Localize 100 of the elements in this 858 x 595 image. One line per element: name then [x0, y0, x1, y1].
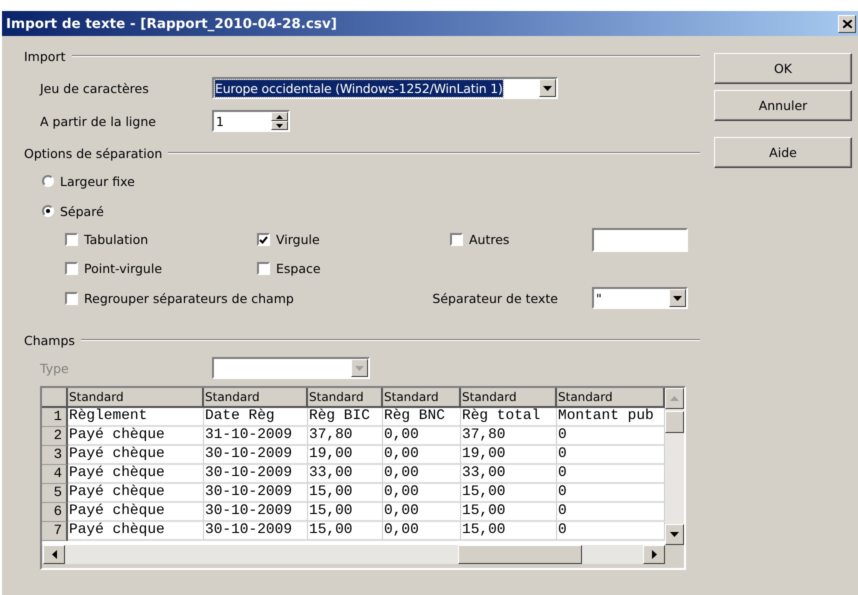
- checkbox-label[interactable]: Espace: [276, 261, 321, 276]
- field-label: Type: [40, 360, 70, 376]
- right-arrow-icon: [652, 550, 656, 559]
- dropdown-button[interactable]: [539, 79, 556, 97]
- line-spinner[interactable]: 1: [212, 110, 290, 132]
- table-cell: Payé chèque: [68, 522, 204, 541]
- table-cell: 15,00: [308, 503, 383, 522]
- down-arrow-icon: [276, 124, 283, 128]
- scroll-down-button[interactable]: [665, 524, 684, 545]
- field-label: Jeu de caractères: [40, 80, 150, 96]
- scroll-up-button[interactable]: [665, 388, 684, 409]
- close-icon: [842, 20, 852, 28]
- table-cell: Payé chèque: [68, 503, 204, 522]
- table-cell: Règ total: [461, 408, 557, 427]
- table-cell: 31-10-2009: [204, 427, 308, 446]
- checkbox[interactable]: [65, 262, 78, 275]
- left-arrow-icon: [52, 550, 56, 559]
- radio-label[interactable]: Séparé: [60, 204, 104, 218]
- column-header[interactable]: Standard: [308, 388, 383, 408]
- charset-dropdown[interactable]: Europe occidentale (Windows-1252/WinLatin 1): [212, 77, 558, 99]
- table-cell: 15,00: [461, 503, 557, 522]
- column-header[interactable]: Standard: [383, 388, 461, 408]
- table-cell: 30-10-2009: [204, 484, 308, 503]
- up-arrow-icon: [670, 396, 679, 401]
- radio-dot-icon: [46, 209, 50, 213]
- checkbox-label[interactable]: Tabulation: [84, 232, 148, 247]
- table-cell: Payé chèque: [68, 446, 204, 465]
- dialog-button[interactable]: Aide: [714, 137, 852, 168]
- radio-button[interactable]: [42, 175, 54, 187]
- table-cell: 0,00: [383, 522, 461, 541]
- table-cell: 19,00: [308, 446, 383, 465]
- table-cell: Payé chèque: [68, 427, 204, 446]
- row-number: 3: [42, 446, 68, 465]
- increment-button[interactable]: [271, 112, 288, 121]
- table-cell: Règ BNC: [383, 408, 461, 427]
- close-button[interactable]: [838, 14, 856, 32]
- column-header[interactable]: Standard: [68, 388, 204, 408]
- table-cell: 33,00: [461, 465, 557, 484]
- checkbox[interactable]: [450, 233, 463, 246]
- scroll-thumb[interactable]: [665, 411, 684, 433]
- column-header[interactable]: Standard: [557, 388, 665, 408]
- column-header[interactable]: Standard: [204, 388, 308, 408]
- input-field[interactable]: [592, 228, 688, 252]
- horizontal-scrollbar[interactable]: [42, 545, 665, 564]
- table-cell: Date Règ: [204, 408, 308, 427]
- checkbox-label[interactable]: Regrouper séparateurs de champ: [84, 290, 294, 306]
- scroll-thumb[interactable]: [458, 545, 582, 564]
- scroll-right-button[interactable]: [643, 545, 665, 564]
- table-cell: 33,00: [308, 465, 383, 484]
- table-cell: 15,00: [461, 522, 557, 541]
- table-cell: 37,80: [461, 427, 557, 446]
- checkbox-label[interactable]: Virgule: [276, 232, 320, 247]
- table-cell: 15,00: [308, 484, 383, 503]
- decrement-button[interactable]: [271, 121, 288, 130]
- vertical-scrollbar[interactable]: [665, 388, 684, 545]
- caret-icon: [543, 86, 552, 90]
- column-header[interactable]: Standard: [461, 388, 557, 408]
- table-cell: 19,00: [461, 446, 557, 465]
- down-arrow-icon: [670, 532, 679, 537]
- up-arrow-icon: [276, 114, 283, 118]
- row-number: 5: [42, 484, 68, 503]
- checkbox[interactable]: [65, 292, 78, 304]
- table-cell: 0,00: [383, 446, 461, 465]
- table-cell: Payé chèque: [68, 465, 204, 484]
- window-title: Import de texte - [Rapport_2010-04-28.csv]: [6, 16, 337, 32]
- table-cell: Règlement: [68, 408, 204, 427]
- checkbox-label[interactable]: Point-virgule: [84, 261, 162, 276]
- spinner-value: 1: [215, 114, 224, 128]
- dropdown-value: ": [595, 290, 602, 306]
- dialog-button[interactable]: OK: [714, 53, 852, 84]
- table-cell: 30-10-2009: [204, 465, 308, 484]
- row-number: 1: [42, 408, 68, 427]
- checkbox[interactable]: [257, 233, 270, 246]
- row-number: 6: [42, 503, 68, 522]
- radio-label[interactable]: Largeur fixe: [60, 174, 135, 188]
- group-label: Options de séparation: [24, 146, 162, 160]
- group-label: Import: [24, 48, 66, 64]
- caret-icon: [673, 296, 682, 300]
- table-cell: 0,00: [383, 503, 461, 522]
- table-cell: 30-10-2009: [204, 522, 308, 541]
- dropdown-value: Europe occidentale (Windows-1252/WinLatin 1): [215, 80, 503, 96]
- dropdown-button[interactable]: [669, 289, 686, 307]
- radio-button[interactable]: [42, 205, 54, 217]
- table-cell: 0,00: [383, 427, 461, 446]
- checkbox-label[interactable]: Autres: [469, 232, 510, 247]
- text-separator-dropdown[interactable]: ": [592, 287, 688, 309]
- table-cell: 37,80: [308, 427, 383, 446]
- row-number: 2: [42, 427, 68, 446]
- table-cell: 0,00: [383, 465, 461, 484]
- table-cell: 0,00: [383, 484, 461, 503]
- checkmark-icon: [259, 236, 268, 244]
- table-cell: 15,00: [461, 484, 557, 503]
- caret-icon: [355, 366, 364, 370]
- dialog-button[interactable]: Annuler: [714, 90, 852, 121]
- field-label: Séparateur de texte: [432, 290, 558, 306]
- row-number: 4: [42, 465, 68, 484]
- checkbox[interactable]: [257, 262, 270, 275]
- scroll-left-button[interactable]: [43, 545, 65, 564]
- table-cell: 15,00: [308, 522, 383, 541]
- checkbox[interactable]: [65, 233, 78, 246]
